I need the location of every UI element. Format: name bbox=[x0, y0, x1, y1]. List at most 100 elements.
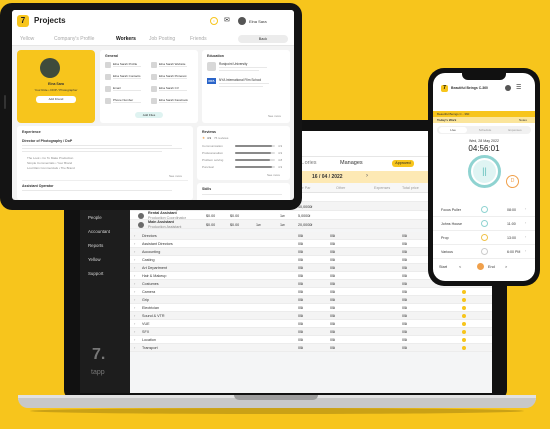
category-value: 0₪ bbox=[298, 250, 304, 254]
category-value: 0₪ bbox=[330, 314, 336, 318]
chevron-right-icon[interactable]: › bbox=[525, 221, 526, 225]
job-bullet: Lost Rain Commercials • The Brand bbox=[27, 166, 75, 170]
schedule-time: 6:00 PM bbox=[507, 250, 521, 254]
chevron-right-icon[interactable]: › bbox=[525, 235, 526, 239]
chat-icon[interactable]: ✉ bbox=[224, 16, 230, 24]
category-row[interactable]: › VUE 0₪ 0₪ 0₪ bbox=[130, 320, 492, 328]
education-card: Education Rostpoint University NYA NYA I… bbox=[202, 50, 290, 123]
end-day-button[interactable]: D bbox=[506, 175, 519, 188]
row-value: 1w bbox=[256, 222, 261, 227]
expand-icon[interactable]: › bbox=[134, 345, 135, 350]
tab-friends[interactable]: Friends bbox=[190, 36, 207, 42]
row-title: Main Assistant bbox=[148, 220, 174, 224]
expand-icon[interactable]: › bbox=[134, 297, 135, 302]
category-total: 0₪ bbox=[402, 266, 408, 270]
general-item-detail bbox=[159, 78, 187, 79]
category-value: 0₪ bbox=[298, 234, 304, 238]
education-see-more[interactable]: See more bbox=[268, 114, 281, 118]
review-bar-fill bbox=[235, 152, 271, 154]
expand-icon[interactable]: › bbox=[134, 233, 135, 238]
review-row-score: 4.9 bbox=[278, 165, 283, 169]
chevron-right-icon[interactable]: › bbox=[525, 249, 526, 253]
category-name: Transport bbox=[142, 346, 158, 350]
avatar[interactable] bbox=[238, 17, 246, 25]
category-total: 0₪ bbox=[402, 290, 408, 294]
category-row[interactable]: › Grip 0₪ 0₪ 0₪ bbox=[130, 296, 492, 304]
status-dot bbox=[462, 314, 466, 318]
back-button[interactable]: Back bbox=[238, 35, 288, 43]
job-description-line bbox=[22, 190, 172, 191]
schedule-row[interactable]: Focus Puller 08:00 › bbox=[433, 203, 535, 217]
expand-icon[interactable]: › bbox=[134, 273, 135, 278]
category-row[interactable]: › Camera 0₪ 0₪ 0₪ bbox=[130, 288, 492, 296]
expand-icon[interactable]: › bbox=[134, 329, 135, 334]
expand-icon[interactable]: › bbox=[134, 305, 135, 310]
schedule-row[interactable]: Johns House 11:00 › bbox=[433, 217, 535, 231]
category-row[interactable]: › Location 0₪ 0₪ 0₪ bbox=[130, 336, 492, 344]
expand-icon[interactable]: › bbox=[134, 289, 135, 294]
job-title-2: Assistant Operator bbox=[22, 184, 54, 188]
user-name: Elna Sara bbox=[249, 19, 267, 24]
category-value: 0₪ bbox=[330, 290, 336, 294]
job-bullet: The Look • Co To Make Production bbox=[27, 156, 74, 160]
next-arrow-icon[interactable]: > bbox=[505, 265, 507, 269]
skills-divider bbox=[202, 194, 282, 195]
expand-icon[interactable]: › bbox=[134, 281, 135, 286]
chevron-right-icon[interactable]: › bbox=[525, 207, 526, 211]
expand-icon[interactable]: › bbox=[134, 313, 135, 318]
category-value: 0₪ bbox=[298, 282, 304, 286]
add-friend-button[interactable]: Add Friend bbox=[36, 96, 76, 103]
status-dot bbox=[462, 322, 466, 326]
category-name: Electrician bbox=[142, 306, 160, 310]
schedule-row[interactable]: Various 6:00 PM › bbox=[433, 245, 535, 259]
category-row[interactable]: › SFX 0₪ 0₪ 0₪ bbox=[130, 328, 492, 336]
tab-job-posting[interactable]: Job Posting bbox=[149, 36, 175, 42]
schedule-row[interactable]: Prop 13:00 › bbox=[433, 231, 535, 245]
tab-expenses[interactable]: Expenses bbox=[501, 128, 529, 132]
profile-role: Your Role • DOP / Photographer bbox=[34, 88, 78, 92]
general-heading: General bbox=[105, 54, 119, 58]
category-value: 0₪ bbox=[330, 258, 336, 262]
item-icon bbox=[151, 74, 157, 80]
app-logo-icon: 7 bbox=[441, 85, 448, 92]
schedule-label: Focus Puller bbox=[441, 208, 461, 212]
row-value: 5,000₪ bbox=[298, 213, 311, 218]
item-icon bbox=[151, 86, 157, 92]
tab-company-profile[interactable]: Company's Profile bbox=[54, 36, 94, 42]
category-total: 0₪ bbox=[402, 322, 408, 326]
category-row[interactable]: › Sound & VTR 0₪ 0₪ 0₪ bbox=[130, 312, 492, 320]
general-item-detail bbox=[113, 102, 141, 103]
notes-link[interactable]: Notes bbox=[519, 118, 527, 122]
menu-icon[interactable]: ☰ bbox=[516, 84, 521, 91]
expand-icon[interactable]: › bbox=[134, 321, 135, 326]
category-value: 0₪ bbox=[298, 290, 304, 294]
category-row[interactable]: › Electrician 0₪ 0₪ 0₪ bbox=[130, 304, 492, 312]
category-name: Art Department bbox=[142, 266, 168, 270]
reviews-see-more[interactable]: See more bbox=[267, 173, 280, 177]
experience-see-more[interactable]: See more bbox=[169, 174, 182, 178]
expand-icon[interactable]: › bbox=[134, 257, 135, 262]
tab-workers[interactable]: Workers bbox=[116, 36, 136, 42]
expand-icon[interactable]: › bbox=[134, 337, 135, 342]
tablet-screen: 7 Projects • ✉ Elna Sara Yellow Company'… bbox=[12, 10, 294, 200]
prev-arrow-icon[interactable]: < bbox=[459, 265, 461, 269]
expand-icon[interactable]: › bbox=[134, 265, 135, 270]
add-files-button[interactable]: Add Files bbox=[135, 112, 163, 118]
tab-schedule[interactable]: Schedule bbox=[471, 128, 499, 132]
education-detail-line bbox=[219, 86, 263, 87]
general-item-detail bbox=[159, 66, 187, 67]
category-value: 0₪ bbox=[330, 274, 336, 278]
tablet-side-button bbox=[4, 95, 6, 109]
review-bar bbox=[235, 145, 275, 147]
expand-icon[interactable]: › bbox=[134, 249, 135, 254]
avatar[interactable] bbox=[505, 85, 511, 91]
pause-button[interactable]: || bbox=[473, 160, 496, 183]
category-row[interactable]: › Transport 0₪ 0₪ 0₪ bbox=[130, 344, 492, 352]
category-name: Grip bbox=[142, 298, 149, 302]
tab-live[interactable]: Live bbox=[439, 127, 467, 133]
university-logo bbox=[207, 62, 216, 71]
category-total: 0₪ bbox=[402, 282, 408, 286]
expand-icon[interactable]: › bbox=[134, 241, 135, 246]
notification-icon[interactable]: • bbox=[210, 17, 218, 25]
tab-yellow[interactable]: Yellow bbox=[20, 36, 34, 42]
